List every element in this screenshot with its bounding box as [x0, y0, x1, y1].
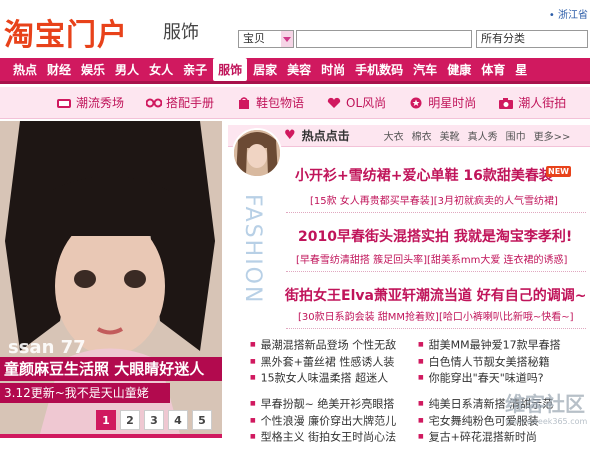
headline-2-sublinks[interactable]: [早春雪纺清甜搭 簇足回头率][甜美系mm大爱 连衣裙的诱惑] — [296, 251, 567, 266]
article-list-right-1: 甜美MM最钟爱17款早春搭 白色情人节靓女美搭秘籍 你能穿出"春天"味道吗? — [418, 337, 561, 387]
nav-item-hot[interactable]: 热点 — [13, 61, 37, 78]
hero-overlay-text: ssan 77 — [8, 337, 86, 358]
hero-slideshow[interactable]: ssan 77 童颜麻豆生活照 大眼睛好迷人 3.12更新~我不是天山童姥 1 … — [0, 121, 222, 434]
hot-clicks-title: 热点点击 — [301, 129, 350, 143]
category-select[interactable]: 所有分类 — [476, 30, 588, 48]
nav-item-men[interactable]: 男人 — [115, 61, 139, 78]
site-watermark: 维客社区 www.eweek365.com — [505, 388, 587, 434]
list-item[interactable]: 早春扮靓~ 绝美开衫亮眼搭 — [250, 396, 396, 413]
list-item[interactable]: 最潮混搭新品登场 个性无敌 — [250, 337, 397, 354]
search-input[interactable] — [296, 30, 472, 48]
main-nav: 热点 财经 娱乐 男人 女人 亲子 服饰 居家 美容 时尚 手机数码 汽车 健康… — [0, 58, 590, 84]
subnav-street-snap[interactable]: 潮人街拍 — [498, 94, 566, 111]
taobao-portal-logo[interactable]: 淘宝门户 — [4, 10, 128, 54]
nav-item-health[interactable]: 健康 — [447, 61, 471, 78]
nav-item-home[interactable]: 居家 — [253, 61, 277, 78]
watermark-url: www.eweek365.com — [505, 417, 588, 426]
subnav-label: 明星时尚 — [428, 96, 477, 110]
search-bar: 宝贝 所有分类 — [238, 30, 588, 48]
tag-link[interactable]: 棉衣 — [412, 128, 432, 143]
subnav-celebrity[interactable]: 明星时尚 — [408, 94, 476, 111]
tag-link[interactable]: 美靴 — [440, 128, 460, 143]
divider — [0, 434, 222, 438]
nav-item-finance[interactable]: 财经 — [47, 61, 71, 78]
avatar[interactable] — [232, 128, 282, 178]
fashion-vertical-text: FASHION — [240, 194, 265, 304]
nav-item-apparel[interactable]: 服饰 — [213, 58, 248, 81]
tv-icon — [57, 98, 71, 108]
subnav-label: 潮人街拍 — [518, 96, 567, 110]
nav-item-sports[interactable]: 体育 — [481, 61, 505, 78]
hero-subcaption[interactable]: 3.12更新~我不是天山童姥 — [0, 383, 170, 403]
list-item[interactable]: 型格主义 街拍女王时尚心法 — [250, 429, 397, 446]
search-type-select[interactable]: 宝贝 — [238, 30, 294, 48]
subnav-label: 潮流秀场 — [76, 96, 125, 110]
page-header: 淘宝门户 服饰 • 浙江省 宝贝 所有分类 — [0, 0, 590, 58]
bag-icon — [239, 96, 250, 109]
list-item[interactable]: 你能穿出"春天"味道吗? — [418, 370, 561, 387]
list-item[interactable]: 个性浪漫 廉价穿出大牌范儿 — [250, 413, 397, 430]
pager-item[interactable]: 5 — [192, 410, 212, 430]
pager-item[interactable]: 3 — [144, 410, 164, 430]
region-link[interactable]: • 浙江省 — [549, 6, 588, 21]
sub-nav: 潮流秀场 搭配手册 鞋包物语 OL风尚 明星时尚 潮人街拍 — [0, 87, 590, 119]
subnav-label: 鞋包物语 — [256, 96, 305, 110]
nav-item-women[interactable]: 女人 — [149, 61, 173, 78]
avatar-photo — [234, 130, 280, 176]
list-item[interactable]: 黑外套+蕾丝裙 性感诱人装 — [250, 354, 396, 371]
section-title: 服饰 — [163, 22, 199, 43]
subnav-style-guide[interactable]: 搭配手册 — [146, 94, 214, 111]
nav-item-beauty[interactable]: 美容 — [287, 61, 311, 78]
list-item[interactable]: 甜美MM最钟爱17款早春搭 — [418, 337, 561, 354]
watermark-text: 维客社区 — [505, 392, 585, 416]
subnav-label: OL风尚 — [346, 96, 387, 110]
nav-item-parenting[interactable]: 亲子 — [183, 61, 207, 78]
divider — [286, 328, 586, 329]
pager-item[interactable]: 2 — [120, 410, 140, 430]
hot-clicks-header: ♥ 热点点击 大衣 棉衣 美靴 真人秀 围巾 更多>> — [228, 125, 590, 147]
hero-caption[interactable]: 童颜麻豆生活照 大眼睛好迷人 — [0, 357, 222, 381]
headline-3-sublinks[interactable]: [30款日系韵会装 甜MM抢着败][哈口小裤喇叭比新哦~快看~] — [298, 308, 574, 323]
nav-item-star[interactable]: 星 — [515, 61, 527, 78]
article-list-left-2: 早春扮靓~ 绝美开衫亮眼搭 个性浪漫 廉价穿出大牌范儿 型格主义 街拍女王时尚心… — [250, 396, 397, 446]
nav-item-auto[interactable]: 汽车 — [413, 61, 437, 78]
pager-item[interactable]: 1 — [96, 410, 116, 430]
glasses-icon — [146, 98, 163, 107]
tag-link[interactable]: 大衣 — [384, 128, 404, 143]
more-link[interactable]: 更多>> — [534, 128, 571, 143]
fashion-text: FASHION — [240, 194, 265, 304]
nav-item-fashion[interactable]: 时尚 — [321, 61, 345, 78]
subnav-trend-show[interactable]: 潮流秀场 — [56, 94, 124, 111]
headline-1[interactable]: 小开衫+雪纺裙+爱心单鞋 16款甜美春装 — [295, 165, 553, 185]
hot-tags: 大衣 棉衣 美靴 真人秀 围巾 — [384, 128, 534, 143]
heart-icon — [327, 97, 341, 108]
subnav-ol-style[interactable]: OL风尚 — [326, 94, 386, 111]
article-list-left-1: 最潮混搭新品登场 个性无敌 黑外套+蕾丝裙 性感诱人装 15款女人味温柔搭 超迷… — [250, 337, 397, 387]
headline-1-sublinks[interactable]: [15款 女人再贵都买早春装][3月初就疯卖的人气雪纺裙] — [310, 192, 558, 207]
divider — [286, 271, 586, 272]
new-badge: NEW — [546, 166, 571, 177]
tag-link[interactable]: 围巾 — [506, 128, 526, 143]
nav-item-entertainment[interactable]: 娱乐 — [81, 61, 105, 78]
pager-item[interactable]: 4 — [168, 410, 188, 430]
camera-icon — [499, 97, 514, 109]
nav-item-digital[interactable]: 手机数码 — [355, 61, 403, 78]
tag-link[interactable]: 真人秀 — [468, 128, 498, 143]
search-type-value: 宝贝 — [243, 32, 265, 45]
list-item[interactable]: 白色情人节靓女美搭秘籍 — [418, 354, 561, 371]
slideshow-pager: 1 2 3 4 5 — [96, 410, 216, 430]
list-item[interactable]: 15款女人味温柔搭 超迷人 — [250, 370, 396, 387]
star-icon — [410, 97, 422, 108]
divider — [286, 212, 586, 213]
chevron-down-icon[interactable] — [281, 31, 293, 47]
subnav-shoes-bags[interactable]: 鞋包物语 — [236, 94, 304, 111]
headline-2[interactable]: 2010早春街头混搭实拍 我就是淘宝李孝利! — [298, 226, 572, 246]
heart-icon: ♥ — [284, 128, 296, 143]
headline-3[interactable]: 街拍女王Elva萧亚轩潮流当道 好有自己的调调~ — [285, 285, 587, 305]
subnav-label: 搭配手册 — [166, 96, 215, 110]
